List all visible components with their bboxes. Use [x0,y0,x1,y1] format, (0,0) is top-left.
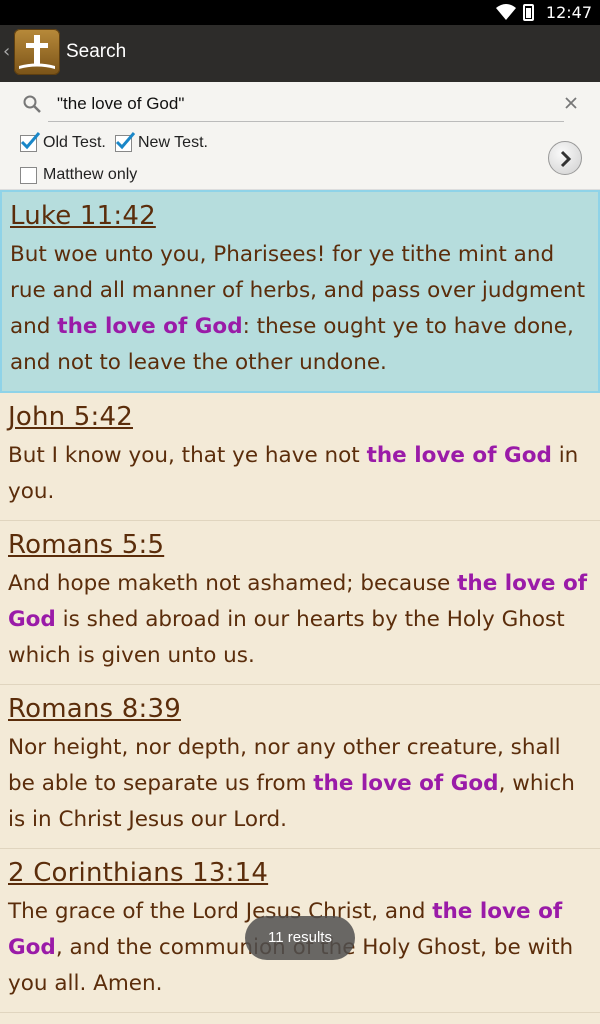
result-item[interactable]: Romans 5:5 And hope maketh not ashamed; … [0,521,600,685]
next-button[interactable] [548,141,582,175]
verse-text: But I know you, that ye have not the lov… [8,443,579,504]
page-title: Search [66,41,127,62]
results-list[interactable]: Luke 11:42 But woe unto you, Pharisees! … [0,190,600,1013]
search-input[interactable] [48,90,564,118]
app-bible-icon[interactable] [14,29,60,75]
old-testament-checkbox[interactable] [20,131,41,152]
old-testament-option[interactable]: Old Test. [20,131,106,152]
search-field[interactable] [48,90,564,122]
search-icon [23,95,41,113]
verse-text: But woe unto you, Pharisees! for ye tith… [10,242,586,375]
clear-icon[interactable] [563,95,579,111]
search-panel: Old Test. New Test. Matthew only [0,82,600,190]
highlighted-match: the love of God [366,443,552,468]
wifi-icon [496,4,516,20]
new-testament-checkbox[interactable] [115,131,136,152]
back-chevron-icon[interactable]: ‹ [3,41,10,62]
new-testament-label: New Test. [138,134,208,151]
results-count-toast: 11 results [245,916,355,960]
status-time: 12:47 [545,3,592,22]
result-item[interactable]: Romans 8:39 Nor height, nor depth, nor a… [0,685,600,849]
battery-icon [523,4,534,21]
verse-reference[interactable]: John 5:42 [8,402,592,432]
matthew-only-label: Matthew only [43,166,138,183]
verse-reference[interactable]: Romans 5:5 [8,530,592,560]
action-bar: ‹ Search [0,25,600,82]
old-testament-label: Old Test. [43,134,106,151]
new-testament-option[interactable]: New Test. [115,131,208,152]
verse-reference[interactable]: Luke 11:42 [10,201,590,231]
verse-text: And hope maketh not ashamed; because the… [8,571,588,668]
highlighted-match: the love of God [57,314,243,339]
matthew-only-option[interactable]: Matthew only [20,166,137,184]
verse-reference[interactable]: 2 Corinthians 13:14 [8,858,592,888]
result-item[interactable]: Luke 11:42 But woe unto you, Pharisees! … [0,190,600,393]
highlighted-match: the love of God [313,771,499,796]
matthew-only-checkbox[interactable] [20,166,37,184]
chevron-right-icon [560,150,572,168]
result-item[interactable]: John 5:42 But I know you, that ye have n… [0,393,600,521]
status-bar: 12:47 [0,0,600,25]
verse-reference[interactable]: Romans 8:39 [8,694,592,724]
verse-text: Nor height, nor depth, nor any other cre… [8,735,575,832]
